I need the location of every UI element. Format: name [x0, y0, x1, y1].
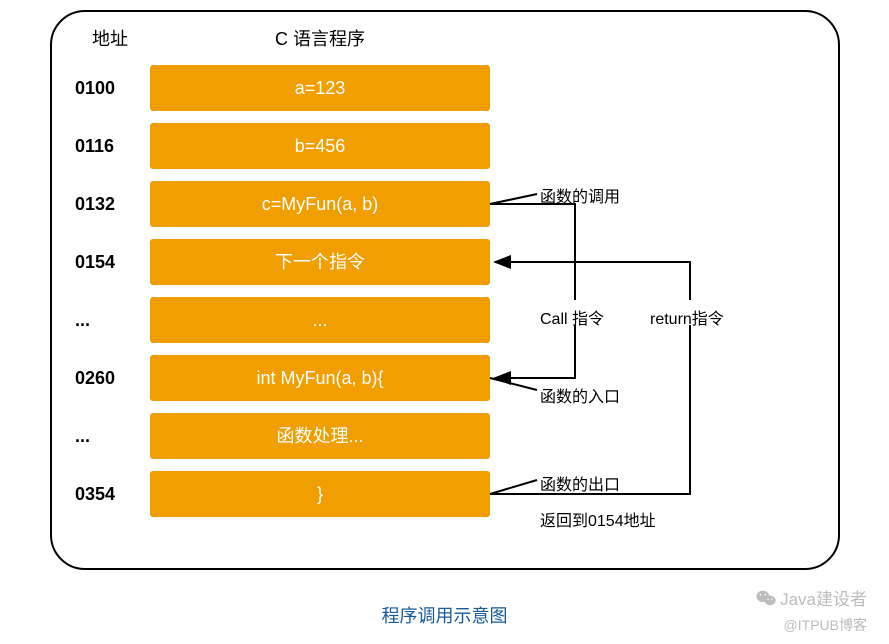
address-cell: 0132 — [70, 194, 150, 215]
table-row: 0154 下一个指令 — [70, 239, 490, 285]
watermark-source: @ITPUB博客 — [784, 615, 867, 635]
program-cell: a=123 — [150, 65, 490, 111]
program-cell: c=MyFun(a, b) — [150, 181, 490, 227]
address-cell: 0260 — [70, 368, 150, 389]
table-row: 0132 c=MyFun(a, b) — [70, 181, 490, 227]
program-cell: 函数处理... — [150, 413, 490, 459]
program-cell: int MyFun(a, b){ — [150, 355, 490, 401]
annotation-function-entry: 函数的入口 — [540, 383, 620, 407]
table-row: ... 函数处理... — [70, 413, 490, 459]
address-cell: 0154 — [70, 252, 150, 273]
program-cell: 下一个指令 — [150, 239, 490, 285]
annotation-return-instr: return指令 — [650, 305, 724, 329]
annotation-return-to: 返回到0154地址 — [540, 507, 656, 531]
annotation-function-call: 函数的调用 — [540, 183, 620, 207]
watermark-channel: Java建设者 — [756, 585, 867, 610]
watermark-channel-text: Java建设者 — [780, 585, 867, 610]
program-cell: ... — [150, 297, 490, 343]
table-row: 0260 int MyFun(a, b){ — [70, 355, 490, 401]
address-header: 地址 — [70, 25, 150, 51]
program-cell: b=456 — [150, 123, 490, 169]
table-row: 0116 b=456 — [70, 123, 490, 169]
program-header: C 语言程序 — [150, 25, 490, 51]
address-cell: 0116 — [70, 136, 150, 157]
header-row: 地址 C 语言程序 — [70, 25, 490, 51]
program-cell: } — [150, 471, 490, 517]
address-cell: 0100 — [70, 78, 150, 99]
annotation-function-exit: 函数的出口 — [540, 471, 620, 495]
table-row: 0354 } — [70, 471, 490, 517]
table-row: 0100 a=123 — [70, 65, 490, 111]
annotation-call-instr: Call 指令 — [540, 305, 604, 329]
address-cell: ... — [70, 310, 150, 331]
address-cell: 0354 — [70, 484, 150, 505]
address-cell: ... — [70, 426, 150, 447]
wechat-icon — [756, 590, 776, 606]
table-row: ... ... — [70, 297, 490, 343]
